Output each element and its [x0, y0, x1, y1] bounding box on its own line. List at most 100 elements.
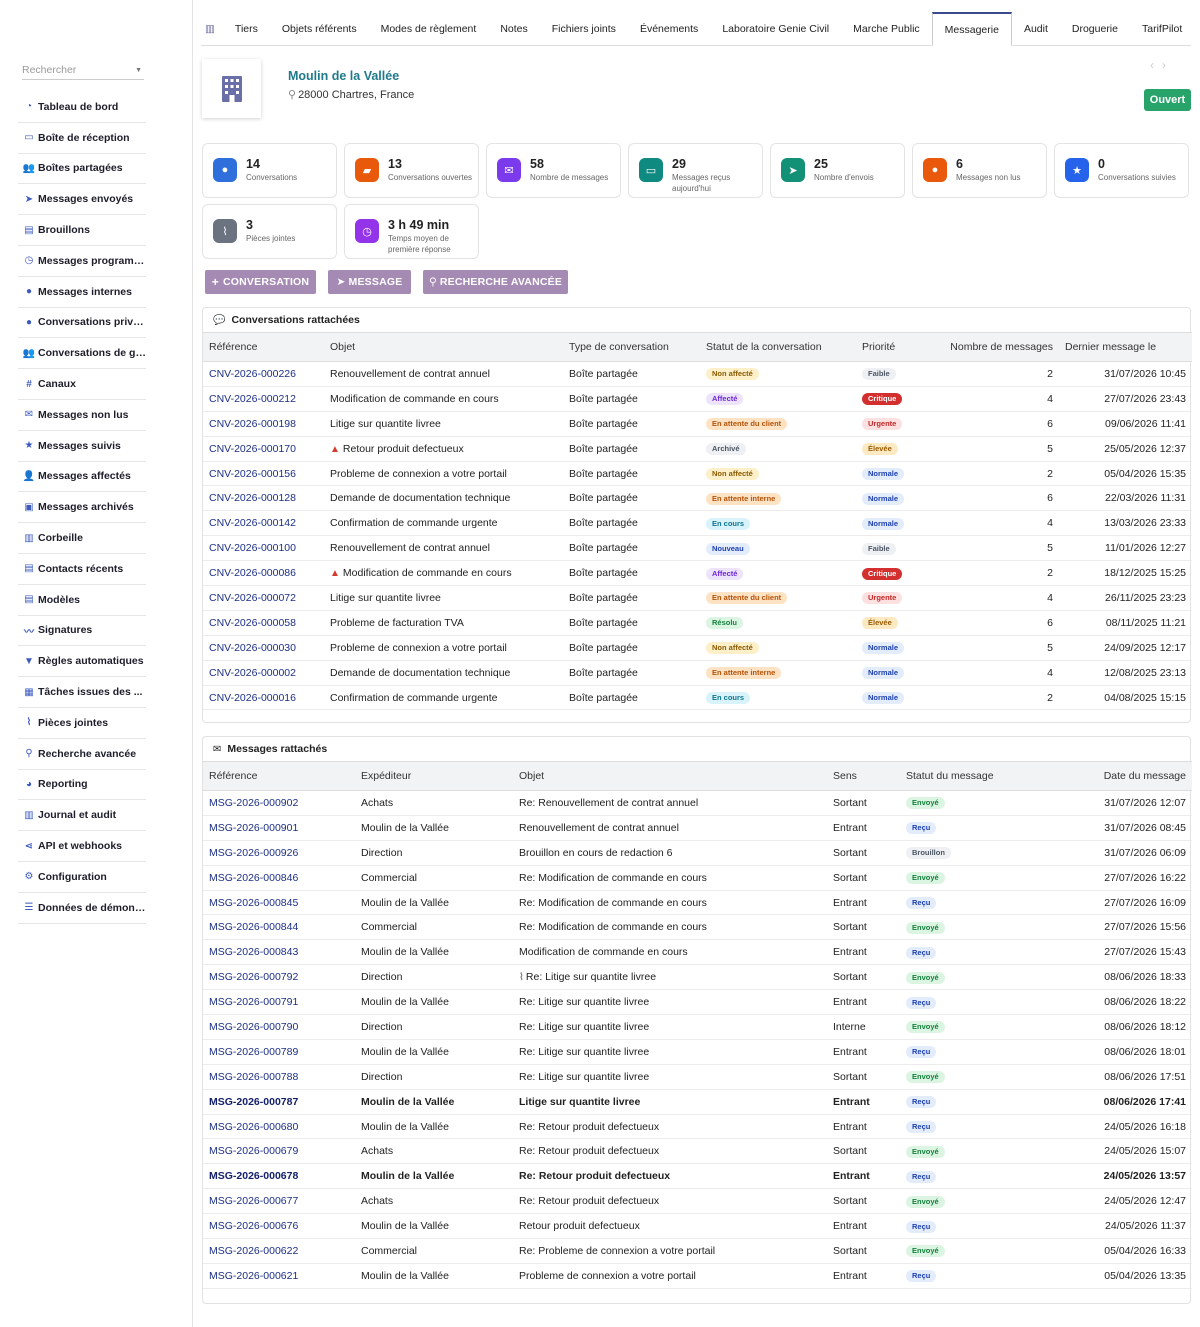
conversation-reference[interactable]: CNV-2026-000170: [203, 436, 324, 462]
conversation-reference[interactable]: CNV-2026-000058: [203, 610, 324, 636]
sidebar-item-0[interactable]: ◔ Tableau de bord: [18, 92, 146, 123]
message-reference[interactable]: MSG-2026-000621: [203, 1263, 355, 1289]
table-row[interactable]: CNV-2026-000002 Demande de documentation …: [203, 660, 1192, 686]
record-navigation[interactable]: ‹›: [1150, 58, 1174, 72]
sidebar-item-2[interactable]: 👥 Boîtes partagées: [18, 154, 146, 185]
column-header[interactable]: Objet: [513, 761, 827, 791]
tab-4[interactable]: Notes: [488, 12, 539, 45]
company-name[interactable]: Moulin de la Vallée: [288, 69, 399, 83]
column-header[interactable]: Priorité: [856, 332, 942, 362]
table-row[interactable]: MSG-2026-000678 Moulin de la Vallée Re: Re…: [203, 1163, 1192, 1190]
advanced-search-button[interactable]: ⚲ RECHERCHE AVANCÉE: [423, 270, 568, 294]
message-reference[interactable]: MSG-2026-000789: [203, 1039, 355, 1065]
sidebar-item-1[interactable]: ▭ Boîte de réception: [18, 123, 146, 154]
sidebar-item-6[interactable]: ● Messages internes: [18, 277, 146, 308]
tab-8[interactable]: Marche Public: [841, 12, 932, 45]
table-row[interactable]: MSG-2026-000845 Moulin de la Vallée Re: Mo…: [203, 890, 1192, 916]
table-row[interactable]: MSG-2026-000926 Direction Brouillon en cou…: [203, 840, 1192, 866]
conversation-reference[interactable]: CNV-2026-000226: [203, 361, 324, 387]
table-row[interactable]: MSG-2026-000788 Direction Re: Litige sur q…: [203, 1064, 1192, 1090]
sidebar-item-16[interactable]: ▤ Modèles: [18, 585, 146, 616]
table-row[interactable]: MSG-2026-000680 Moulin de la Vallée Re: Re…: [203, 1114, 1192, 1140]
stat-card-3[interactable]: ▭ 29 Messages reçus aujourd'hui: [628, 143, 763, 198]
sidebar-item-3[interactable]: ➤ Messages envoyés: [18, 184, 146, 216]
conversation-reference[interactable]: CNV-2026-000002: [203, 660, 324, 686]
stat-card-2[interactable]: ✉ 58 Nombre de messages: [486, 143, 621, 198]
table-row[interactable]: MSG-2026-000843 Moulin de la Vallée Modifi…: [203, 939, 1192, 966]
message-reference[interactable]: MSG-2026-000791: [203, 989, 355, 1016]
column-header[interactable]: Nombre de messages: [942, 332, 1059, 362]
tab-2[interactable]: Objets référents: [270, 12, 369, 45]
sidebar-item-14[interactable]: ▥ Corbeille: [18, 523, 146, 554]
message-reference[interactable]: MSG-2026-000678: [203, 1163, 355, 1190]
table-row[interactable]: CNV-2026-000198 Litige sur quantite livre…: [203, 411, 1192, 437]
search-select[interactable]: Rechercher ▼: [22, 64, 144, 80]
stat-card-8[interactable]: ◷ 3 h 49 min Temps moyen de première répon…: [344, 204, 479, 259]
sidebar-item-5[interactable]: ◷ Messages programm...: [18, 246, 146, 277]
column-header[interactable]: Statut de la conversation: [700, 332, 856, 362]
chevron-left-icon[interactable]: ‹: [1150, 58, 1162, 72]
tab-6[interactable]: Événements: [628, 12, 710, 45]
table-row[interactable]: CNV-2026-000128 Demande de documentation …: [203, 485, 1192, 512]
message-reference[interactable]: MSG-2026-000843: [203, 939, 355, 966]
message-reference[interactable]: MSG-2026-000680: [203, 1114, 355, 1140]
table-row[interactable]: CNV-2026-000156 Probleme de connexion a v…: [203, 461, 1192, 487]
status-badge[interactable]: Ouvert: [1144, 89, 1191, 111]
table-row[interactable]: MSG-2026-000902 Achats Re: Renouvellement …: [203, 790, 1192, 816]
message-reference[interactable]: MSG-2026-000788: [203, 1064, 355, 1090]
column-header[interactable]: Statut du message: [900, 761, 1046, 791]
table-row[interactable]: CNV-2026-000100 Renouvellement de contrat…: [203, 535, 1192, 562]
chevron-right-icon[interactable]: ›: [1162, 58, 1174, 72]
table-row[interactable]: MSG-2026-000791 Moulin de la Vallée Re: Li…: [203, 989, 1192, 1016]
conversation-reference[interactable]: CNV-2026-000142: [203, 510, 324, 537]
table-row[interactable]: MSG-2026-000901 Moulin de la Vallée Renouv…: [203, 815, 1192, 841]
conversation-reference[interactable]: CNV-2026-000128: [203, 485, 324, 512]
table-row[interactable]: MSG-2026-000677 Achats Re: Retour produit …: [203, 1188, 1192, 1215]
tab-9[interactable]: Messagerie: [931, 12, 1012, 46]
column-header[interactable]: Objet: [324, 332, 563, 362]
table-row[interactable]: MSG-2026-000787 Moulin de la Vallée Litige…: [203, 1089, 1192, 1115]
table-row[interactable]: CNV-2026-000226 Renouvellement de contrat…: [203, 361, 1192, 387]
tab-1[interactable]: Tiers: [223, 12, 270, 45]
new-message-button[interactable]: ➤ MESSAGE: [328, 270, 411, 294]
tab-0[interactable]: ▥: [201, 12, 223, 45]
table-row[interactable]: CNV-2026-000016 Confirmation de commande …: [203, 685, 1192, 711]
conversation-reference[interactable]: CNV-2026-000086: [203, 560, 324, 587]
sidebar-item-24[interactable]: ⋖ API et webhooks: [18, 831, 146, 862]
column-header[interactable]: Dernier message le: [1059, 332, 1192, 362]
table-row[interactable]: MSG-2026-000844 Commercial Re: Modificatio…: [203, 914, 1192, 941]
table-row[interactable]: CNV-2026-000058 Probleme de facturation T…: [203, 610, 1192, 636]
tab-12[interactable]: TarifPilot: [1130, 12, 1194, 45]
column-header[interactable]: Sens: [827, 761, 900, 791]
tab-7[interactable]: Laboratoire Genie Civil: [710, 12, 841, 45]
message-reference[interactable]: MSG-2026-000676: [203, 1213, 355, 1240]
sidebar-item-25[interactable]: ⚙ Configuration: [18, 862, 146, 893]
stat-card-4[interactable]: ➤ 25 Nombre d'envois: [770, 143, 905, 198]
table-row[interactable]: MSG-2026-000790 Direction Re: Litige sur q…: [203, 1014, 1192, 1040]
table-row[interactable]: MSG-2026-000846 Commercial Re: Modificatio…: [203, 865, 1192, 891]
message-reference[interactable]: MSG-2026-000902: [203, 790, 355, 816]
table-row[interactable]: MSG-2026-000789 Moulin de la Vallée Re: Li…: [203, 1039, 1192, 1065]
column-header[interactable]: Référence: [203, 761, 355, 791]
message-reference[interactable]: MSG-2026-000679: [203, 1138, 355, 1165]
tab-11[interactable]: Droguerie: [1060, 12, 1130, 45]
message-reference[interactable]: MSG-2026-000677: [203, 1188, 355, 1215]
message-reference[interactable]: MSG-2026-000787: [203, 1089, 355, 1115]
table-row[interactable]: CNV-2026-000142 Confirmation de commande …: [203, 510, 1192, 537]
message-reference[interactable]: MSG-2026-000846: [203, 865, 355, 891]
table-row[interactable]: CNV-2026-000212 Modification de commande …: [203, 386, 1192, 412]
conversation-reference[interactable]: CNV-2026-000156: [203, 461, 324, 487]
message-reference[interactable]: MSG-2026-000845: [203, 890, 355, 916]
table-row[interactable]: CNV-2026-000086 ▲ Modification de commande…: [203, 560, 1192, 587]
table-row[interactable]: MSG-2026-000676 Moulin de la Vallée Retour…: [203, 1213, 1192, 1240]
sidebar-item-9[interactable]: # Canaux: [18, 369, 146, 400]
table-row[interactable]: MSG-2026-000792 Direction ⌇ Re: Litige sur …: [203, 964, 1192, 991]
stat-card-6[interactable]: ★ 0 Conversations suivies: [1054, 143, 1189, 198]
table-row[interactable]: MSG-2026-000679 Achats Re: Retour produit …: [203, 1138, 1192, 1165]
sidebar-item-26[interactable]: ☰ Données de démons...: [18, 893, 146, 924]
table-row[interactable]: CNV-2026-000170 ▲ Retour produit defectueu…: [203, 436, 1192, 462]
conversation-reference[interactable]: CNV-2026-000030: [203, 635, 324, 661]
sidebar-item-7[interactable]: ● Conversations privées: [18, 308, 146, 339]
sidebar-item-20[interactable]: ⌇ Pièces jointes: [18, 708, 146, 739]
sidebar-item-23[interactable]: ▥ Journal et audit: [18, 800, 146, 832]
